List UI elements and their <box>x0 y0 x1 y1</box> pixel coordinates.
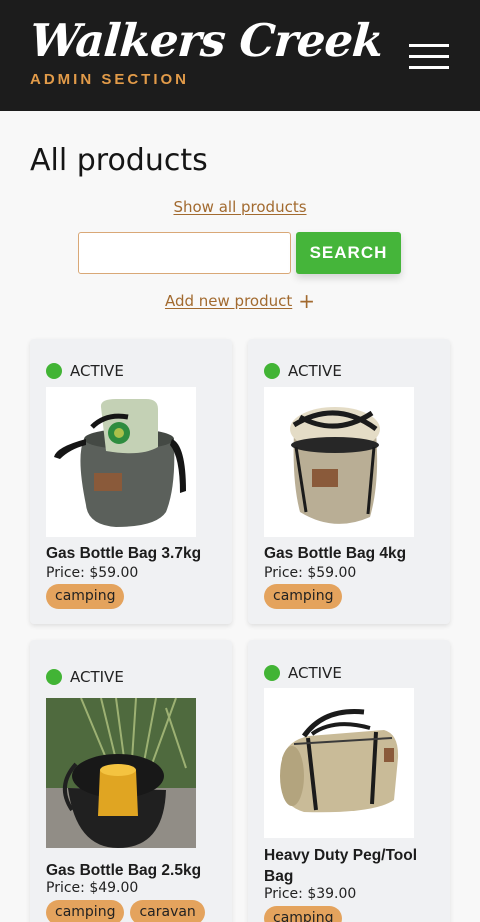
tag-caravan[interactable]: caravan <box>130 900 205 922</box>
price-label: Price: <box>264 886 303 902</box>
logo[interactable]: Walkers Creek <box>28 14 384 67</box>
product-image[interactable] <box>264 387 414 537</box>
page-title: All products <box>30 143 208 178</box>
tag-camping[interactable]: camping <box>46 584 125 609</box>
tag-camping[interactable]: camping <box>264 584 343 609</box>
product-price: Price: $59.00 <box>46 565 138 581</box>
active-status-dot-icon <box>46 669 62 685</box>
price-label: Price: <box>46 565 85 581</box>
tag-camping[interactable]: camping <box>264 906 343 922</box>
add-new-product-label: Add new product <box>164 292 293 310</box>
product-image[interactable] <box>46 698 196 848</box>
price-value: $59.00 <box>89 565 139 581</box>
price-value: $39.00 <box>307 886 357 902</box>
product-price: Price: $39.00 <box>264 886 356 902</box>
gas-bottle-bag-image <box>264 387 414 537</box>
search-input[interactable] <box>78 232 291 274</box>
add-new-product-link[interactable]: Add new product + <box>164 289 316 313</box>
price-label: Price: <box>264 565 303 581</box>
status-label: ACTIVE <box>288 362 342 380</box>
search-button[interactable]: SEARCH <box>296 232 401 274</box>
plus-icon: + <box>298 289 316 313</box>
admin-section-label: ADMIN SECTION <box>30 71 189 88</box>
product-name[interactable]: Gas Bottle Bag 4kg <box>264 543 439 564</box>
gas-bottle-bag-image <box>46 698 196 848</box>
tag-camping[interactable]: camping <box>46 900 125 922</box>
product-name[interactable]: Gas Bottle Bag 2.5kg <box>46 860 221 881</box>
product-card[interactable]: ACTIVE Heavy Duty Peg/Tool Bag Price: $3… <box>248 640 450 922</box>
tag-list: camping <box>264 584 343 609</box>
status-label: ACTIVE <box>288 664 342 682</box>
price-value: $59.00 <box>307 565 357 581</box>
show-all-products-link[interactable]: Show all products <box>173 198 306 216</box>
product-price: Price: $49.00 <box>46 880 138 896</box>
site-header: Walkers Creek ADMIN SECTION <box>0 0 480 111</box>
status-label: ACTIVE <box>70 668 124 686</box>
tag-list: camping <box>46 584 125 609</box>
tag-list: camping caravan <box>46 900 205 922</box>
active-status-dot-icon <box>264 363 280 379</box>
tag-list: camping <box>264 906 343 922</box>
product-price: Price: $59.00 <box>264 565 356 581</box>
active-status-dot-icon <box>46 363 62 379</box>
price-label: Price: <box>46 880 85 896</box>
price-value: $49.00 <box>89 880 139 896</box>
gas-bottle-bag-image <box>46 387 196 537</box>
product-name[interactable]: Gas Bottle Bag 3.7kg <box>46 543 221 564</box>
peg-tool-bag-image <box>264 688 414 838</box>
status-label: ACTIVE <box>70 362 124 380</box>
product-card[interactable]: ACTIVE Gas Bottle Bag 3.7kg Price: $59.0… <box>30 339 232 624</box>
product-card[interactable]: ACTIVE Gas Bottle Bag 2.5kg Price: $49.0… <box>30 640 232 922</box>
product-image[interactable] <box>264 688 414 838</box>
product-card[interactable]: ACTIVE Gas Bottle Bag 4kg Price: $59.00 … <box>248 339 450 624</box>
hamburger-menu-icon[interactable] <box>403 38 455 74</box>
product-image[interactable] <box>46 387 196 537</box>
product-name[interactable]: Heavy Duty Peg/Tool Bag <box>264 845 439 887</box>
active-status-dot-icon <box>264 665 280 681</box>
